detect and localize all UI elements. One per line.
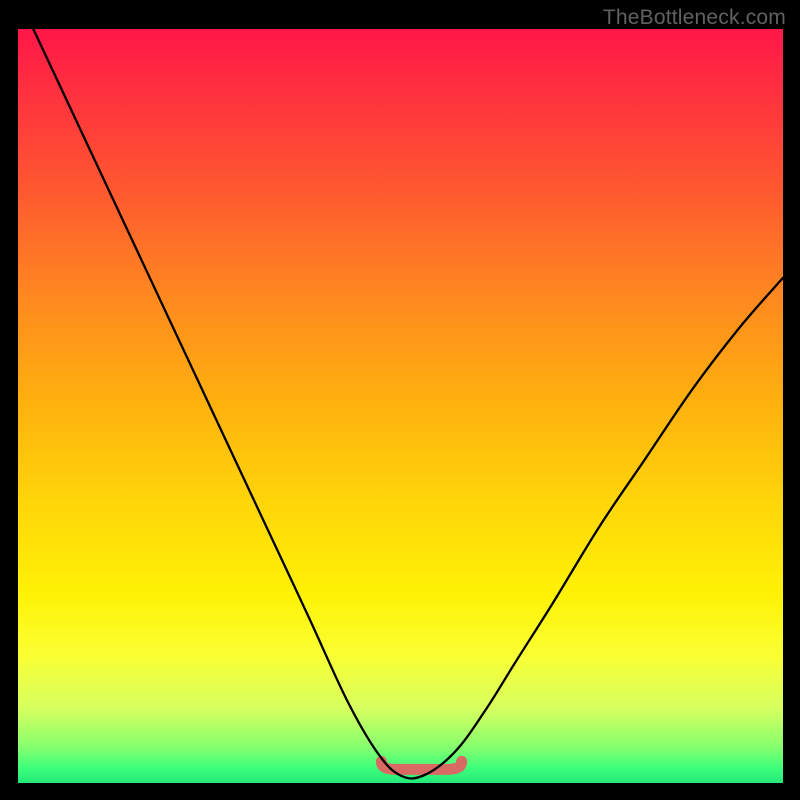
curve-svg bbox=[18, 29, 783, 783]
watermark-text: TheBottleneck.com bbox=[603, 6, 786, 30]
chart-frame: TheBottleneck.com bbox=[0, 0, 800, 800]
plot-area bbox=[18, 29, 783, 783]
flat-bottom-marker bbox=[381, 761, 461, 769]
bottleneck-curve bbox=[33, 29, 783, 779]
